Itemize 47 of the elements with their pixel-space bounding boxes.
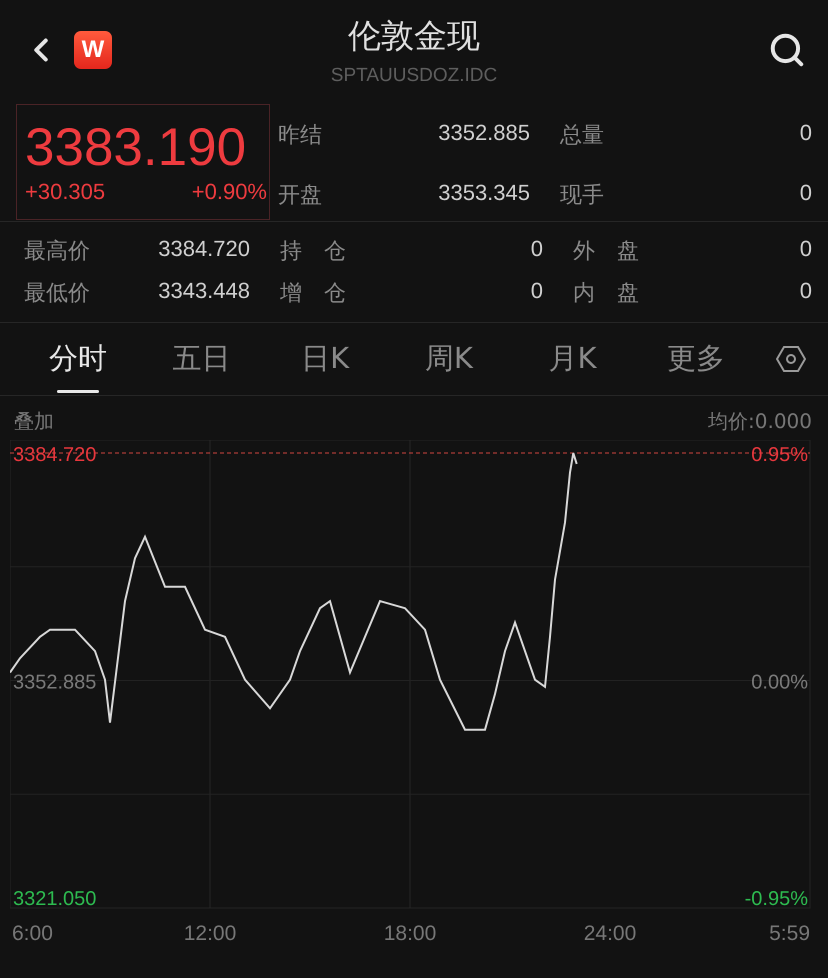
chart-tab[interactable]: 五日 — [140, 323, 264, 395]
axis-label: 5:59 — [769, 922, 810, 945]
stat-label: 最高价 — [24, 238, 90, 266]
page-title: 伦敦金现 — [348, 14, 480, 56]
axis-label: 3384.720 — [13, 444, 96, 466]
axis-label: 3352.885 — [13, 672, 96, 694]
symbol-code: SPTAUUSDOZ.IDC — [330, 64, 498, 86]
stat-label: 内 盘 — [573, 280, 639, 308]
stat-value: 3353.345 — [438, 180, 530, 207]
stat-label: 现手 — [560, 182, 604, 210]
axis-label: 0.95% — [751, 444, 808, 466]
stat-label: 总量 — [560, 122, 604, 150]
axis-label: 18:00 — [384, 922, 436, 945]
stat-label: 昨结 — [278, 122, 322, 150]
stat-value: 3384.720 — [158, 236, 250, 263]
axis-label: -0.95% — [744, 888, 808, 910]
average-price: 均价:0.000 — [708, 408, 812, 435]
stat-value: 3343.448 — [158, 278, 250, 305]
axis-label: 0.00% — [751, 672, 808, 694]
stat-label: 开盘 — [278, 182, 322, 210]
stat-value: 0 — [800, 120, 812, 147]
settings-icon[interactable] — [776, 344, 806, 374]
price-change: +30.305 — [25, 179, 106, 205]
overlay-label[interactable]: 叠加 — [14, 408, 54, 440]
stat-value: 3352.885 — [438, 120, 530, 147]
axis-label: 3321.050 — [13, 888, 96, 910]
chart-tab[interactable]: 分时 — [16, 323, 140, 395]
stat-value: 0 — [800, 236, 812, 263]
stat-label: 持 仓 — [280, 238, 346, 266]
chart-tab[interactable]: 周K — [387, 323, 511, 395]
axis-label: 6:00 — [12, 922, 53, 945]
stat-label: 最低价 — [24, 280, 90, 308]
axis-label: 12:00 — [184, 922, 236, 945]
stat-label: 外 盘 — [573, 238, 639, 266]
stat-value: 0 — [530, 278, 543, 305]
chart-tab[interactable]: 更多 — [634, 323, 758, 395]
stat-value: 0 — [800, 180, 812, 207]
search-icon[interactable] — [768, 31, 806, 69]
app-logo: W — [74, 31, 112, 69]
stat-label: 增 仓 — [280, 280, 346, 308]
chart-tab[interactable]: 日K — [263, 323, 388, 395]
chart-tab[interactable]: 月K — [510, 323, 634, 395]
last-price: 3383.190 — [25, 121, 248, 175]
stat-value: 0 — [800, 278, 812, 305]
percent-change: +0.90% — [192, 179, 267, 205]
axis-label: 24:00 — [584, 922, 636, 945]
stat-value: 0 — [530, 236, 543, 263]
